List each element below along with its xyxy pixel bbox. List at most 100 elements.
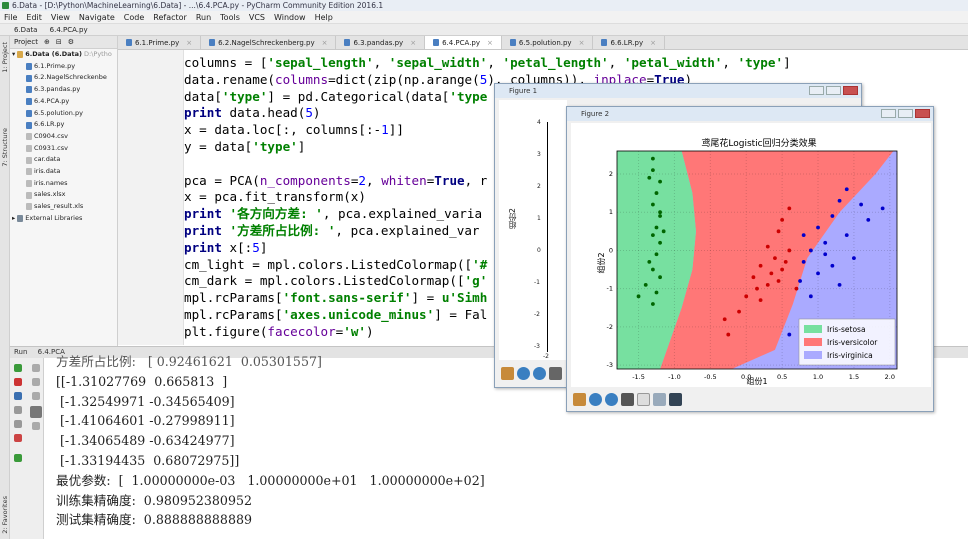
forward-icon[interactable] [605,393,618,406]
python-file-icon [126,39,132,46]
console-output[interactable]: 方差所占比例: [ 0.92461621 0.05301557] [[-1.310… [56,352,485,530]
data-point-setosa [650,233,655,238]
project-side-tab[interactable]: 1: Project [0,42,10,73]
data-point-virginica [801,260,806,264]
tree-file[interactable]: car.data [26,154,117,166]
y-tick-label: 1 [609,208,613,216]
tree-file[interactable]: C0931.csv [26,143,117,155]
data-point-versicolor [783,260,788,264]
close-icon[interactable]: × [579,36,585,50]
forward-icon[interactable] [533,367,546,380]
minimize-icon[interactable] [881,109,896,118]
menu-window[interactable]: Window [274,11,306,23]
minimize-icon[interactable] [809,86,824,95]
nav-file[interactable]: 6.4.PCA.py [50,26,88,34]
soft-wrap-icon[interactable] [32,392,40,400]
console-line: [-1.34065489 -0.63424977] [56,433,235,449]
tab-prime[interactable]: 6.1.Prime.py × [118,36,202,50]
data-point-versicolor [794,286,799,291]
data-point-setosa [661,229,666,234]
subplots-icon[interactable] [653,393,666,406]
project-dropdown[interactable]: Project [14,36,38,49]
clear-all-icon[interactable] [32,422,40,430]
menu-file[interactable]: File [4,11,17,23]
figure1-ytick: 3 [537,151,541,158]
maximize-icon[interactable] [898,109,913,118]
close-icon[interactable] [915,109,930,118]
scroll-down-icon[interactable] [32,378,40,386]
data-point-versicolor [765,244,770,249]
tree-external-libraries[interactable]: ▸ External Libraries [12,213,117,225]
nav-project[interactable]: 6.Data [14,26,37,34]
home-icon[interactable] [501,367,514,380]
stop-icon[interactable] [14,378,22,386]
menu-refactor[interactable]: Refactor [153,11,187,23]
csv-file-icon [26,144,32,152]
python-file-icon [209,39,216,46]
close-icon[interactable]: × [487,36,493,50]
tree-file[interactable]: C0904.csv [26,131,117,143]
pan-icon[interactable] [621,393,634,406]
tab-polution[interactable]: 6.5.polution.py × [502,36,594,49]
pan-icon[interactable] [549,367,562,380]
favorites-side-tab[interactable]: 2: Favorites [0,496,10,534]
console-line: 最优参数: [ 1.00000000e-03 1.00000000e+01 1.… [56,472,485,488]
tab-lr[interactable]: 6.6.LR.py × [593,36,666,50]
tree-file[interactable]: 6.3.pandas.py [26,84,117,96]
figure1-title: Figure 1 [509,87,538,95]
home-icon[interactable] [573,393,586,406]
menu-help[interactable]: Help [315,11,333,23]
menu-vcs[interactable]: VCS [249,11,265,23]
menu-edit[interactable]: Edit [26,11,42,23]
back-icon[interactable] [517,367,530,380]
save-icon[interactable] [669,393,682,406]
rerun-icon[interactable] [14,364,22,372]
collapse-icon[interactable]: ⊟ [56,36,62,49]
restore-layout-icon[interactable] [14,392,22,400]
close-icon[interactable]: × [410,36,416,50]
back-icon[interactable] [589,393,602,406]
close-icon[interactable]: × [322,36,328,50]
data-point-setosa [658,179,662,184]
folder-icon [17,51,24,59]
close-icon[interactable]: × [650,36,656,50]
help-icon[interactable] [14,454,22,462]
tree-file[interactable]: 6.5.polution.py [26,108,117,120]
tree-file[interactable]: iris.data [26,166,117,178]
tab-nagel[interactable]: 6.2.NagelSchreckenberg.py × [201,36,337,50]
tab-pca[interactable]: 6.4.PCA.py × [425,36,502,49]
tree-file[interactable]: 6.4.PCA.py [26,96,117,108]
menu-tools[interactable]: Tools [220,11,240,23]
zoom-icon[interactable] [637,393,650,406]
maximize-icon[interactable] [826,86,841,95]
print-icon[interactable] [14,420,22,428]
menu-view[interactable]: View [51,11,70,23]
structure-side-tab[interactable]: 7: Structure [0,128,10,167]
pycharm-icon [2,2,9,9]
data-point-virginica [801,233,806,238]
scroll-end-icon[interactable] [30,406,42,418]
tree-file[interactable]: 6.1.Prime.py [26,61,117,73]
close-icon[interactable]: × [186,36,192,50]
scroll-up-icon[interactable] [32,364,40,372]
menu-run[interactable]: Run [196,11,211,23]
tree-file[interactable]: 6.2.NagelSchreckenbe [26,72,117,84]
data-point-versicolor [773,256,777,260]
close-icon[interactable] [843,86,858,95]
tree-file[interactable]: iris.names [26,178,117,190]
tree-file[interactable]: 6.6.LR.py [26,119,117,131]
pause-icon[interactable] [14,406,22,414]
console-line: [-1.33194435 0.68072975]] [56,452,240,468]
menu-navigate[interactable]: Navigate [79,11,115,23]
figure2-title: Figure 2 [581,110,610,118]
settings-icon[interactable]: ⚙ [68,36,74,49]
data-point-setosa [654,191,659,195]
menu-code[interactable]: Code [124,11,144,23]
close-run-icon[interactable] [14,434,22,442]
tree-root[interactable]: ▾ 6.Data (6.Data) D:\Pytho [12,49,117,61]
tab-pandas[interactable]: 6.3.pandas.py × [336,36,426,50]
data-point-setosa [650,156,655,161]
tree-file[interactable]: sales_result.xls [26,201,117,213]
sync-icon[interactable]: ⊕ [44,36,50,49]
tree-file[interactable]: sales.xlsx [26,189,117,201]
